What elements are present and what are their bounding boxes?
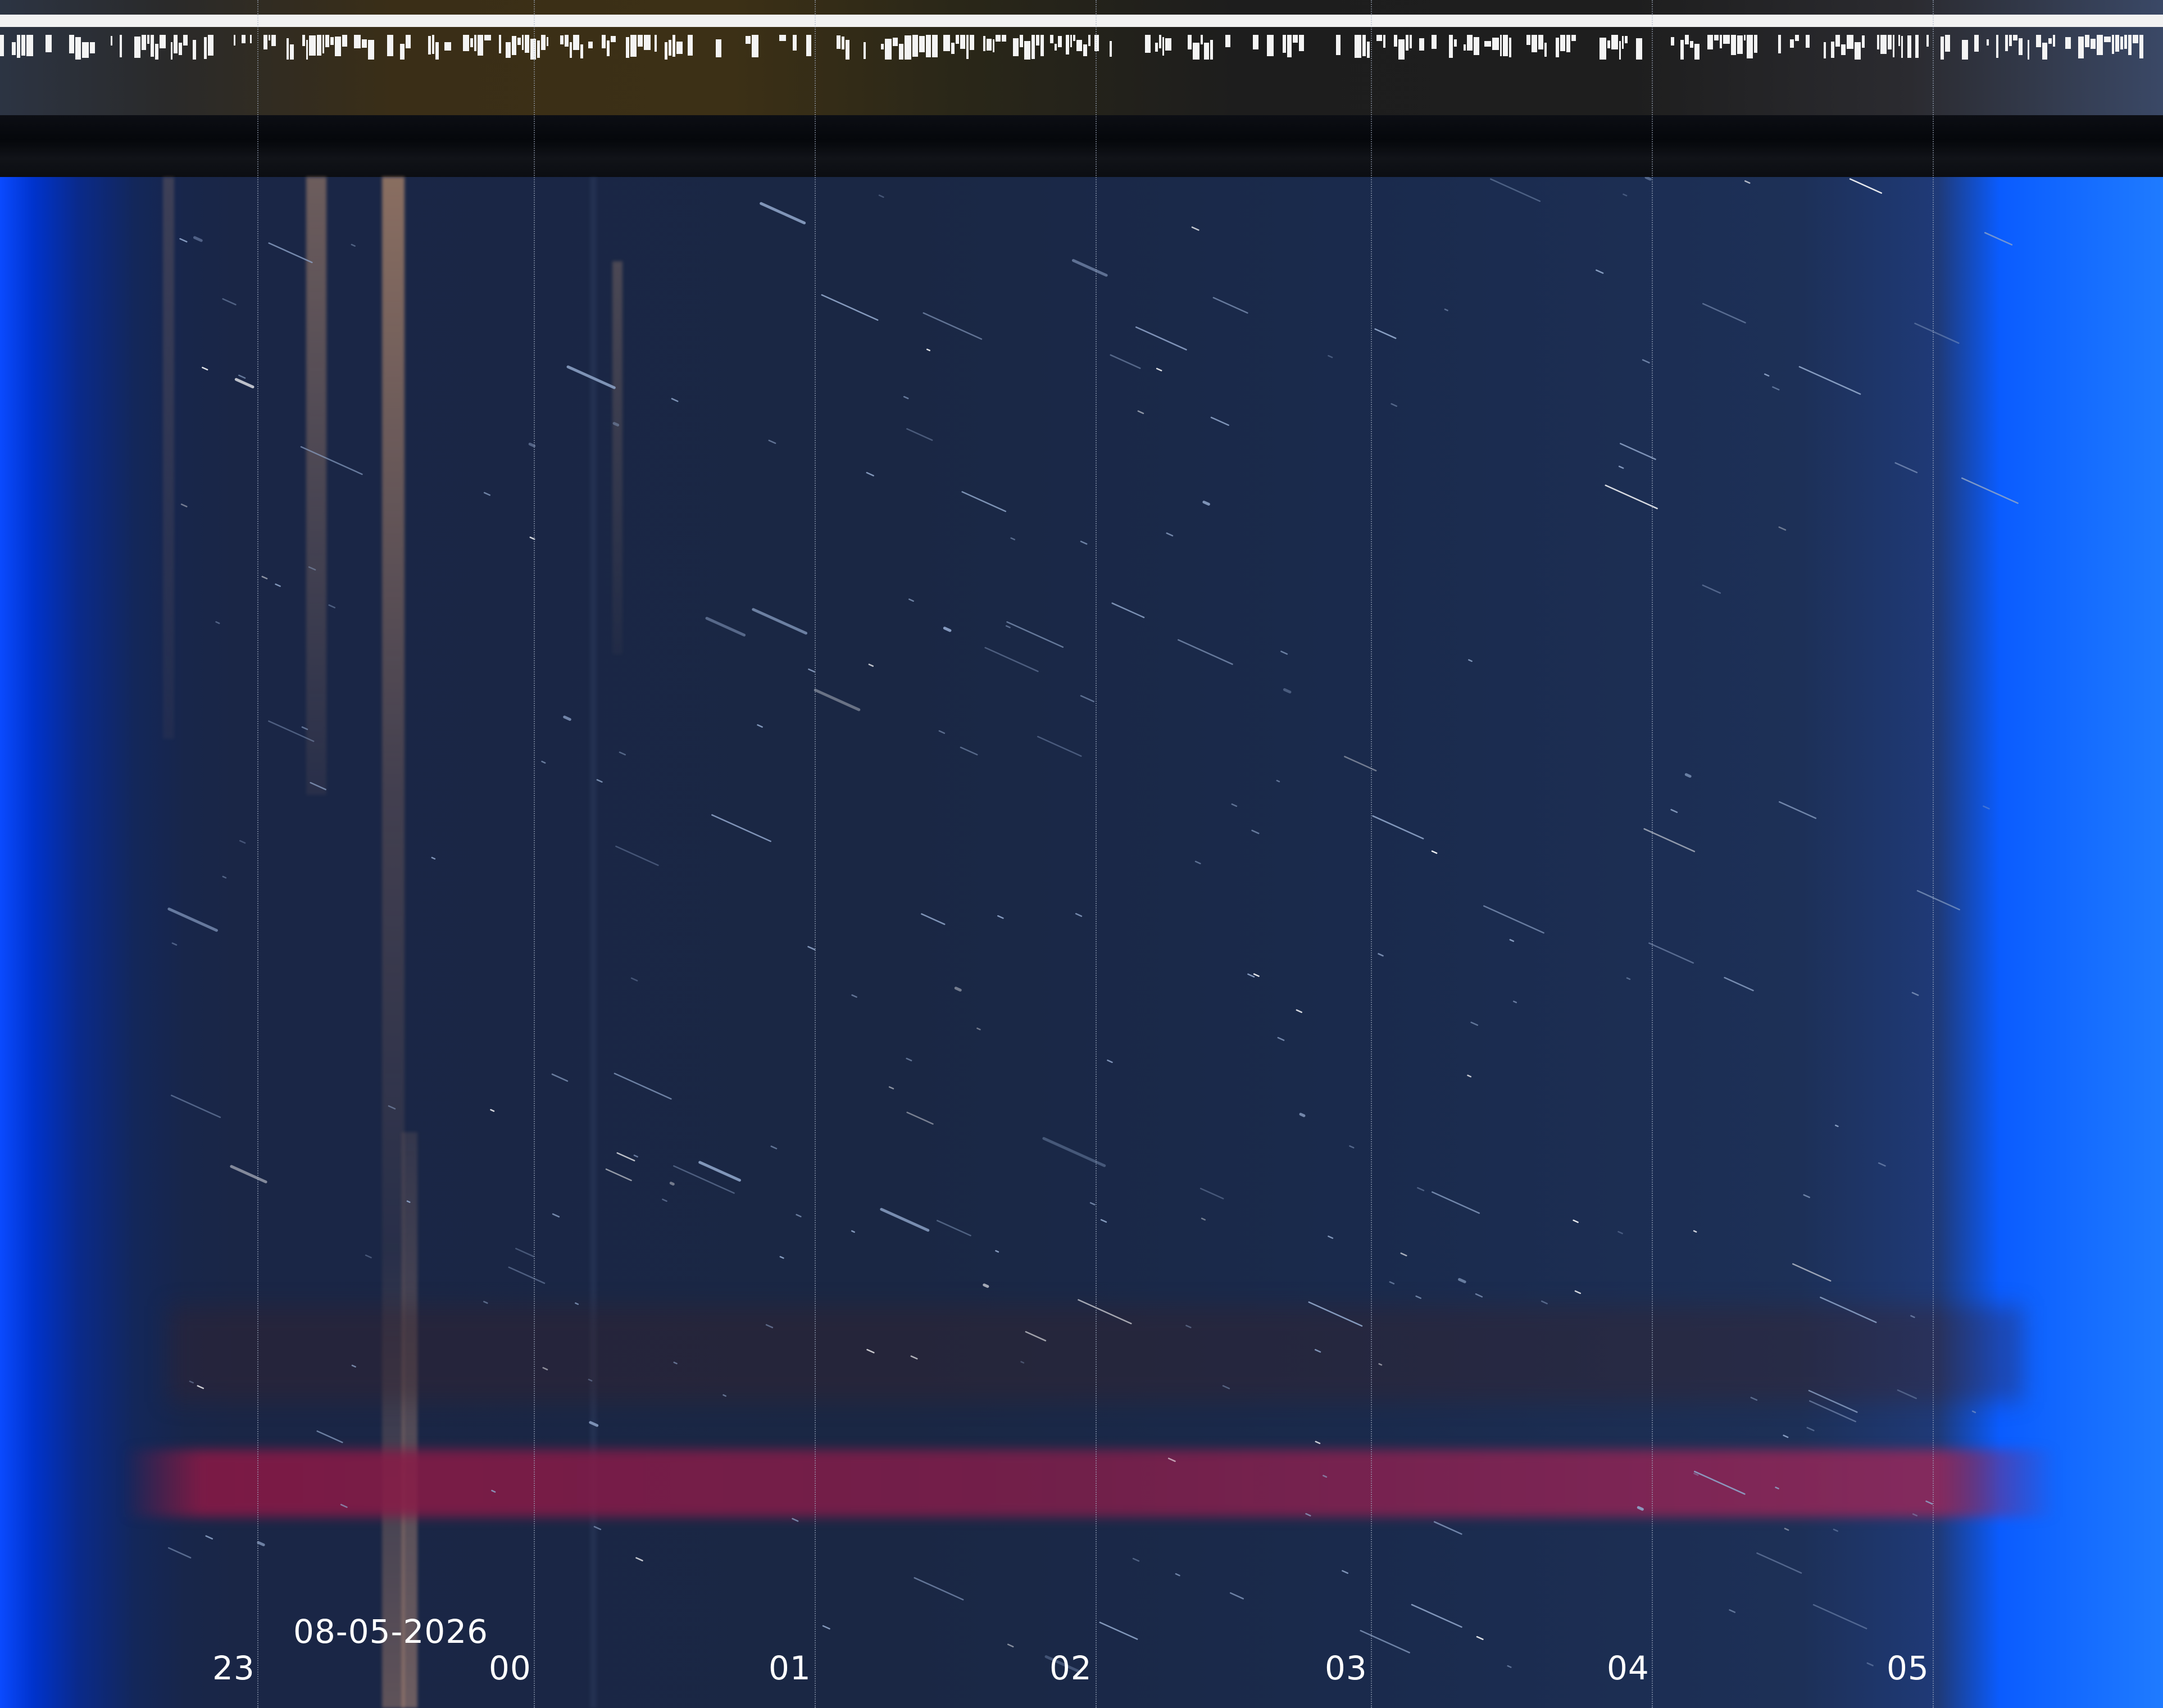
- hour-label: 02: [1049, 1649, 1092, 1687]
- hour-label: 05: [1887, 1649, 1929, 1687]
- keogram-image: 08-05-2026 23 00 01 02 03 04 05: [0, 0, 2163, 1708]
- hour-label: 01: [769, 1649, 811, 1687]
- hour-label: 04: [1607, 1649, 1649, 1687]
- date-label: 08-05-2026: [293, 1612, 489, 1651]
- hour-label: 00: [489, 1649, 531, 1687]
- hour-label: 03: [1325, 1649, 1367, 1687]
- label-overlay: 08-05-2026 23 00 01 02 03 04 05: [0, 0, 2163, 1708]
- hour-label: 23: [212, 1649, 255, 1687]
